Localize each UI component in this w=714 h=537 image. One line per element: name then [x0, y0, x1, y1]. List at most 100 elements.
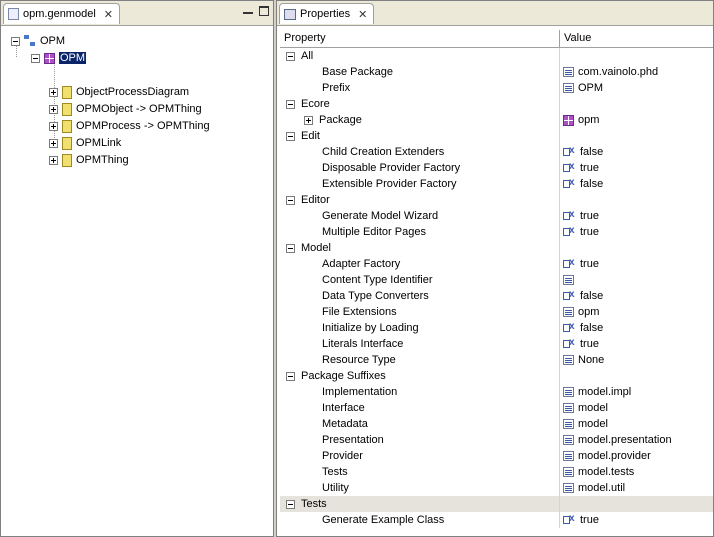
property-value: None — [578, 354, 605, 366]
property-value-cell[interactable]: model.tests — [560, 466, 634, 478]
property-name: Resource Type — [322, 354, 396, 366]
property-value: model — [578, 418, 608, 430]
property-value-cell[interactable]: opm — [560, 114, 599, 126]
property-name: Disposable Provider Factory — [322, 162, 461, 174]
category-row[interactable]: Package Suffixes — [280, 368, 713, 384]
property-value-cell[interactable]: model.impl — [560, 386, 631, 398]
property-row[interactable]: Resource Type None — [280, 352, 713, 368]
text-value-icon — [563, 451, 574, 461]
property-value-cell[interactable]: OPM — [560, 82, 603, 94]
property-row[interactable]: Tests model.tests — [280, 464, 713, 480]
collapse-icon[interactable] — [286, 51, 295, 61]
category-row[interactable]: Edit — [280, 128, 713, 144]
tree-item-class[interactable]: ObjectProcessDiagram — [49, 84, 189, 100]
property-row[interactable]: Extensible Provider Factory false — [280, 176, 713, 192]
property-name: File Extensions — [322, 306, 397, 318]
category-row[interactable]: Model — [280, 240, 713, 256]
property-row[interactable]: File Extensions opm — [280, 304, 713, 320]
property-value-cell[interactable]: model.provider — [560, 450, 651, 462]
column-header-property[interactable]: Property — [280, 30, 560, 47]
property-row[interactable]: Initialize by Loading false — [280, 320, 713, 336]
property-row[interactable]: Package opm — [280, 112, 713, 128]
collapse-icon[interactable] — [286, 99, 295, 109]
column-header-value[interactable]: Value — [560, 30, 595, 47]
expand-icon[interactable] — [49, 104, 58, 114]
collapse-icon[interactable] — [286, 195, 295, 205]
genmodel-editor-pane: opm.genmodel ✕ OPM OPM ObjectProcessDiag… — [0, 0, 274, 537]
property-row[interactable]: Interface model — [280, 400, 713, 416]
collapse-icon[interactable] — [286, 131, 295, 141]
tree-label: OPMObject -> OPMThing — [76, 103, 202, 115]
property-value: false — [580, 322, 604, 334]
property-value-cell[interactable]: true — [560, 513, 599, 526]
property-row[interactable]: Multiple Editor Pages true — [280, 224, 713, 240]
close-icon[interactable]: ✕ — [104, 8, 113, 21]
property-value-cell[interactable]: model — [560, 402, 608, 414]
text-value-icon — [563, 467, 574, 477]
property-row[interactable]: Provider model.provider — [280, 448, 713, 464]
property-row[interactable]: Content Type Identifier — [280, 272, 713, 288]
property-value-cell[interactable]: None — [560, 354, 604, 366]
collapse-icon[interactable] — [286, 499, 295, 509]
tree-item-class[interactable]: OPMProcess -> OPMThing — [49, 118, 210, 134]
tree-item-root[interactable]: OPM — [11, 33, 65, 49]
property-row[interactable]: Literals Interface true — [280, 336, 713, 352]
property-row[interactable]: Child Creation Extenders false — [280, 144, 713, 160]
property-value-cell[interactable]: false — [560, 145, 603, 158]
property-row[interactable]: Prefix OPM — [280, 80, 713, 96]
property-row[interactable]: Utility model.util — [280, 480, 713, 496]
property-value-cell[interactable]: true — [560, 209, 599, 222]
property-value-cell[interactable]: true — [560, 257, 599, 270]
property-value-cell[interactable]: true — [560, 225, 599, 238]
collapse-icon[interactable] — [286, 371, 295, 381]
property-row[interactable]: Presentation model.presentation — [280, 432, 713, 448]
expand-icon[interactable] — [49, 87, 58, 97]
category-row[interactable]: Editor — [280, 192, 713, 208]
property-row[interactable]: Generate Example Class true — [280, 512, 713, 528]
expand-icon[interactable] — [49, 138, 58, 148]
collapse-icon[interactable] — [11, 36, 20, 46]
minimize-button[interactable] — [243, 8, 253, 14]
tab-properties[interactable]: Properties ✕ — [279, 3, 375, 24]
property-row[interactable]: Adapter Factory true — [280, 256, 713, 272]
property-value-cell[interactable]: model — [560, 418, 608, 430]
category-label: Editor — [301, 194, 330, 206]
property-value-cell[interactable]: model.presentation — [560, 434, 672, 446]
property-value-cell[interactable] — [560, 275, 578, 285]
expand-icon[interactable] — [304, 115, 313, 125]
property-value-cell[interactable]: com.vainolo.phd — [560, 66, 658, 78]
property-value-cell[interactable]: false — [560, 321, 604, 334]
tree-item-class[interactable]: OPMThing — [49, 152, 129, 168]
property-row[interactable]: Disposable Provider Factory true — [280, 160, 713, 176]
category-label: Model — [301, 242, 331, 254]
tab-opm-genmodel[interactable]: opm.genmodel ✕ — [3, 3, 120, 24]
property-row[interactable]: Implementation model.impl — [280, 384, 713, 400]
property-row[interactable]: Metadata model — [280, 416, 713, 432]
property-value: model.provider — [578, 450, 651, 462]
category-label: Edit — [301, 130, 320, 142]
expand-icon[interactable] — [49, 155, 58, 165]
property-value-cell[interactable]: true — [560, 337, 599, 350]
collapse-icon[interactable] — [286, 243, 295, 253]
tree-item-class[interactable]: OPMLink — [49, 135, 121, 151]
collapse-icon[interactable] — [31, 53, 40, 63]
property-row[interactable]: Generate Model Wizard true — [280, 208, 713, 224]
property-row[interactable]: Base Package com.vainolo.phd — [280, 64, 713, 80]
property-value-cell[interactable]: true — [560, 161, 599, 174]
property-name: Multiple Editor Pages — [322, 226, 426, 238]
text-value-icon — [563, 67, 574, 77]
property-value-cell[interactable]: opm — [560, 306, 599, 318]
property-value-cell[interactable]: false — [560, 289, 603, 302]
expand-icon[interactable] — [49, 121, 58, 131]
property-value-cell[interactable]: false — [560, 177, 603, 190]
category-row[interactable]: Tests — [280, 496, 713, 512]
property-row[interactable]: Data Type Converters false — [280, 288, 713, 304]
tree-item-class[interactable]: OPMObject -> OPMThing — [49, 101, 202, 117]
property-name: Provider — [322, 450, 363, 462]
close-icon[interactable]: ✕ — [358, 8, 367, 21]
category-row[interactable]: All — [280, 48, 713, 64]
category-row[interactable]: Ecore — [280, 96, 713, 112]
property-value-cell[interactable]: model.util — [560, 482, 625, 494]
maximize-button[interactable] — [259, 6, 269, 16]
tree-item-package[interactable]: OPM — [31, 50, 88, 66]
